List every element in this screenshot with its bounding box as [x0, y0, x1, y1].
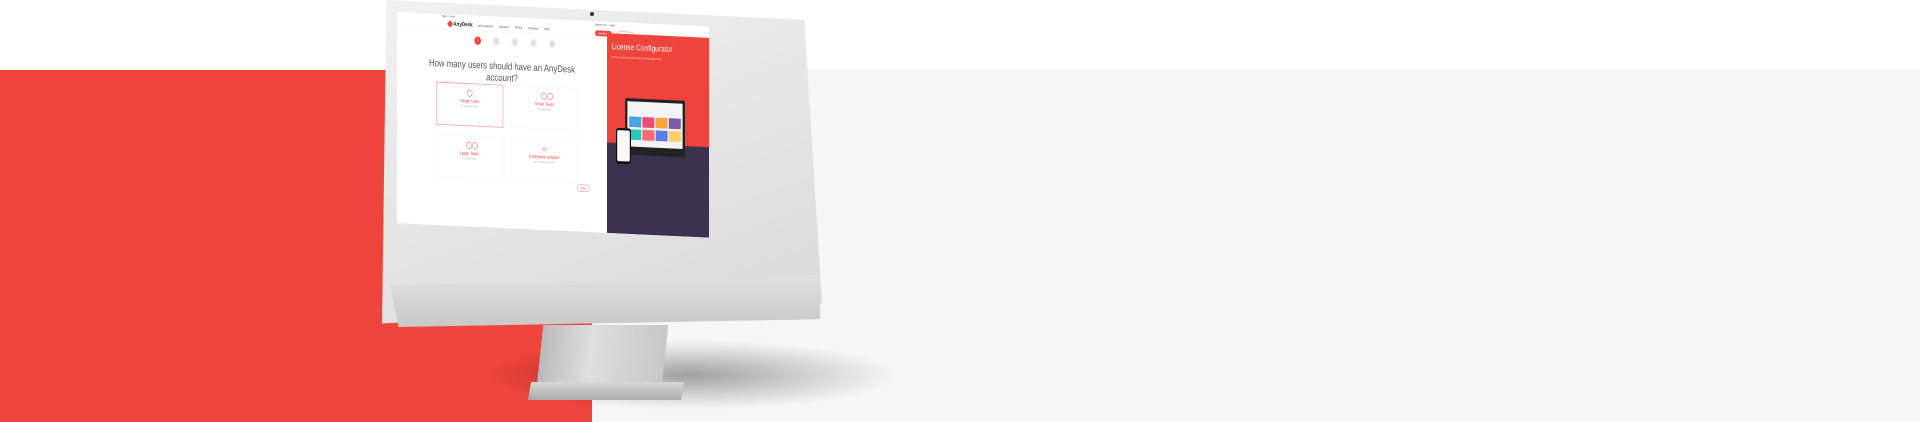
main-nav: Why AnyDesk Solutions Pricing Company Bl…: [478, 24, 549, 31]
phone-screen: [617, 130, 630, 162]
side-panel-subtitle: Find your ideal AnyDesk license in a few…: [611, 55, 662, 61]
monitor-base: [528, 382, 684, 400]
monitor-screen: Sign In / Help AnyDesk Why AnyDesk Solut…: [397, 12, 709, 238]
users-icon: ◯◯: [541, 91, 554, 100]
screen-tile: [668, 130, 681, 143]
step-4[interactable]: 4: [530, 38, 537, 48]
screen-tile: [629, 116, 642, 128]
nav-item-company[interactable]: Company: [528, 26, 538, 30]
step-3[interactable]: 3: [511, 38, 519, 47]
side-panel-title: License Configurator: [611, 41, 673, 54]
next-button[interactable]: Next: [577, 184, 590, 193]
monitor-icon: ▭: [541, 144, 547, 153]
option-small-team[interactable]: ◯◯ Small Team for small teams: [511, 85, 578, 131]
side-panel: License Configurator Find your ideal Any…: [607, 33, 709, 238]
step-1[interactable]: 1: [474, 36, 481, 45]
camera-icon: [590, 12, 594, 16]
step-2[interactable]: 2: [493, 37, 500, 46]
brand-name: AnyDesk: [453, 20, 473, 28]
step-indicator: 1 2 3 4 5: [474, 36, 556, 49]
screen-tile: [642, 129, 655, 141]
nav-item-solutions[interactable]: Solutions: [499, 25, 509, 29]
screen-tile: [655, 117, 668, 129]
laptop-illustration: [625, 98, 685, 158]
user-icon: ◯: [466, 88, 473, 97]
laptop-screen: [627, 101, 683, 149]
anydesk-logo[interactable]: AnyDesk: [447, 19, 473, 28]
option-large-team[interactable]: ◯◯ Large Team for larger teams: [436, 134, 503, 180]
screen-tile: [642, 116, 655, 129]
screen-tile: [655, 130, 668, 142]
option-single-user[interactable]: ◯ Single User for individual users: [436, 81, 504, 128]
screen-tile: [629, 129, 642, 141]
monitor-stand: [536, 325, 669, 387]
header-contact[interactable]: Support +49 ... Login: [595, 24, 615, 28]
team-icon: ◯◯: [466, 141, 479, 150]
option-enterprise[interactable]: ▭ Enterprise network for enterprise netw…: [511, 137, 578, 184]
header-top-links[interactable]: Sign In / Help: [442, 15, 455, 18]
anydesk-logo-icon: [447, 19, 454, 28]
step-5[interactable]: 5: [548, 39, 556, 49]
nav-item-blog[interactable]: Blog: [544, 27, 549, 31]
nav-item-why[interactable]: Why AnyDesk: [478, 24, 493, 28]
nav-item-pricing[interactable]: Pricing: [515, 26, 522, 30]
phone-illustration: [616, 127, 631, 165]
screen-tile: [668, 118, 681, 130]
